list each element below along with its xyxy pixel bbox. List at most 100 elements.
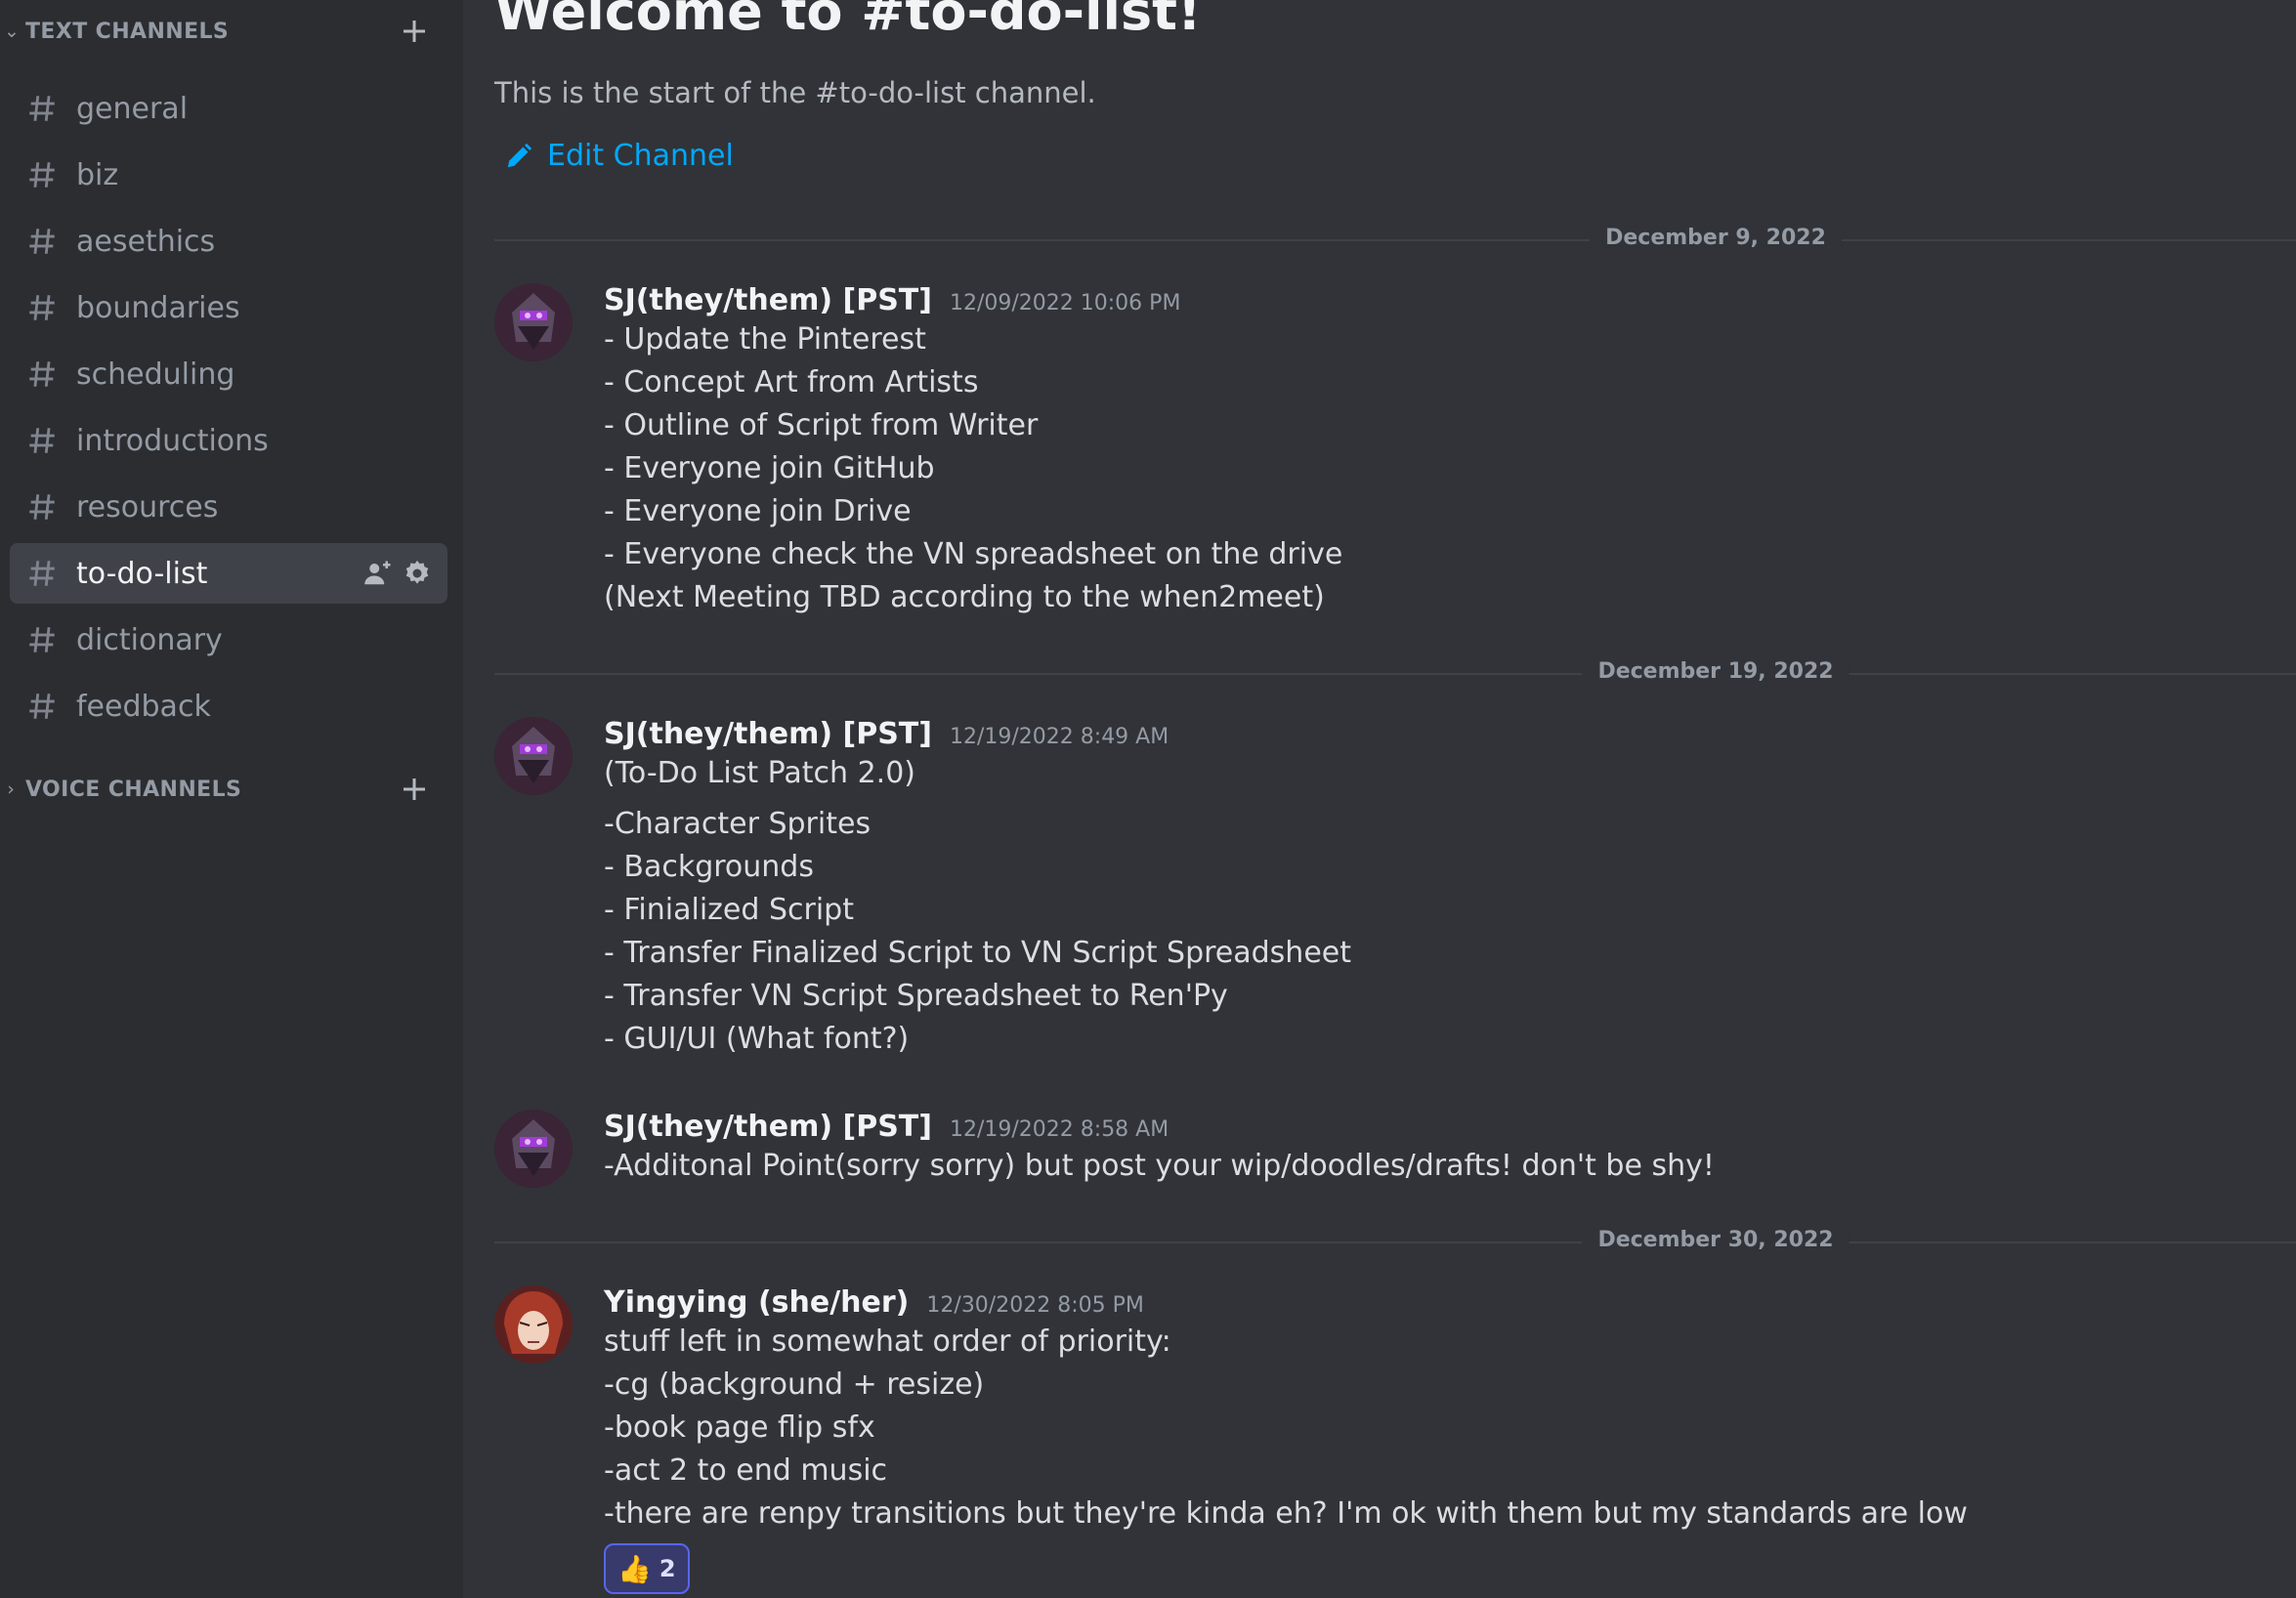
channel-item-general[interactable]: general: [10, 78, 447, 139]
message: SJ(they/them) [PST] 12/19/2022 8:49 AM (…: [494, 717, 2273, 1069]
timestamp: 12/19/2022 8:49 AM: [949, 725, 1169, 749]
channel-name: introductions: [76, 423, 269, 458]
date-divider: December 19, 2022: [494, 659, 2296, 684]
avatar[interactable]: [494, 1285, 573, 1364]
message: Yingying (she/her) 12/30/2022 8:05 PM st…: [494, 1285, 2273, 1598]
channel-item-resources[interactable]: resources: [10, 477, 447, 537]
message-header: Yingying (she/her) 12/30/2022 8:05 PM: [604, 1285, 1144, 1320]
chat-area: Welcome to #to-do-list! This is the star…: [463, 0, 2296, 1598]
text-channel-list: general biz aesethics boundaries schedul…: [10, 78, 447, 742]
channel-name: resources: [76, 489, 219, 525]
date-divider: December 30, 2022: [494, 1228, 2296, 1252]
hash-icon: [29, 96, 55, 121]
message-header: SJ(they/them) [PST] 12/09/2022 10:06 PM: [604, 283, 1180, 317]
hash-icon: [29, 694, 55, 719]
message-line: -there are renpy transitions but they're…: [604, 1496, 1968, 1531]
invite-member-icon[interactable]: [363, 559, 393, 588]
channel-name: aesethics: [76, 224, 216, 259]
date-divider-label: December 9, 2022: [1590, 226, 1842, 250]
timestamp: 12/30/2022 8:05 PM: [926, 1293, 1144, 1318]
robot-avatar-icon: [494, 717, 573, 795]
message-line: -cg (background + resize): [604, 1367, 985, 1402]
message-header-line: (To-Do List Patch 2.0): [604, 752, 915, 795]
message: SJ(they/them) [PST] 12/19/2022 8:58 AM -…: [494, 1110, 2273, 1198]
channel-sidebar: ⌄ TEXT CHANNELS general biz aesethics bo…: [0, 0, 463, 1598]
gear-icon[interactable]: [403, 559, 432, 588]
chevron-down-icon: ⌄: [4, 21, 20, 42]
channel-item-boundaries[interactable]: boundaries: [10, 277, 447, 338]
channel-actions: [363, 559, 432, 588]
channel-name: feedback: [76, 689, 211, 724]
thumbs-up-icon: 👍: [617, 1552, 652, 1585]
channel-item-scheduling[interactable]: scheduling: [10, 344, 447, 404]
category-label: TEXT CHANNELS: [25, 19, 230, 44]
channel-item-to-do-list[interactable]: to-do-list: [10, 543, 447, 604]
message-line: - Concept Art from Artists: [604, 365, 979, 400]
message-line: stuff left in somewhat order of priority…: [604, 1325, 1171, 1359]
channel-name: scheduling: [76, 357, 235, 392]
message-line: (Next Meeting TBD according to the when2…: [604, 580, 1325, 614]
edit-channel-link[interactable]: Edit Channel: [504, 139, 734, 173]
welcome-subtitle: This is the start of the #to-do-list cha…: [494, 76, 1096, 109]
author-name[interactable]: SJ(they/them) [PST]: [604, 283, 932, 317]
timestamp: 12/19/2022 8:58 AM: [949, 1117, 1169, 1142]
text-channels-category[interactable]: ⌄ TEXT CHANNELS: [0, 12, 463, 51]
avatar[interactable]: [494, 717, 573, 795]
message-line: (To-Do List Patch 2.0): [604, 756, 915, 790]
channel-name: biz: [76, 157, 119, 192]
message-content: - Update the Pinterest - Concept Art fro…: [604, 318, 1342, 619]
channel-item-aesethics[interactable]: aesethics: [10, 211, 447, 272]
message-line: -Character Sprites: [604, 807, 872, 841]
author-name[interactable]: Yingying (she/her): [604, 1285, 909, 1320]
message-line: -act 2 to end music: [604, 1453, 888, 1488]
hash-icon: [29, 428, 55, 453]
message-line: - Transfer Finalized Script to VN Script…: [604, 936, 1351, 970]
message-line: - Outline of Script from Writer: [604, 408, 1039, 442]
channel-item-dictionary[interactable]: dictionary: [10, 610, 447, 670]
edit-channel-label: Edit Channel: [547, 139, 734, 173]
category-label: VOICE CHANNELS: [25, 777, 242, 802]
author-name[interactable]: SJ(they/them) [PST]: [604, 1110, 932, 1144]
message-line: -book page flip sfx: [604, 1410, 875, 1445]
anime-avatar-icon: [494, 1285, 573, 1364]
date-divider-label: December 19, 2022: [1582, 659, 1850, 684]
message-line: - Everyone check the VN spreadsheet on t…: [604, 537, 1343, 571]
hash-icon: [29, 361, 55, 387]
avatar[interactable]: [494, 283, 573, 361]
reaction-count: 2: [659, 1555, 676, 1582]
robot-avatar-icon: [494, 283, 573, 361]
author-name[interactable]: SJ(they/them) [PST]: [604, 717, 932, 751]
message-header: SJ(they/them) [PST] 12/19/2022 8:49 AM: [604, 717, 1169, 751]
hash-icon: [29, 561, 55, 586]
hash-icon: [29, 494, 55, 520]
channel-item-feedback[interactable]: feedback: [10, 676, 447, 736]
avatar[interactable]: [494, 1110, 573, 1188]
message-header: SJ(they/them) [PST] 12/19/2022 8:58 AM: [604, 1110, 1169, 1144]
message-line: - Everyone join GitHub: [604, 451, 935, 485]
channel-item-introductions[interactable]: introductions: [10, 410, 447, 471]
message-line: - Transfer VN Script Spreadsheet to Ren'…: [604, 979, 1228, 1013]
add-text-channel-icon[interactable]: [399, 16, 430, 47]
message-line: - Finialized Script: [604, 893, 854, 927]
add-voice-channel-icon[interactable]: [399, 774, 430, 805]
hash-icon: [29, 162, 55, 188]
message: SJ(they/them) [PST] 12/09/2022 10:06 PM …: [494, 283, 2273, 625]
channel-name: to-do-list: [76, 556, 208, 591]
voice-channels-category[interactable]: › VOICE CHANNELS: [0, 770, 463, 809]
chevron-right-icon: ›: [7, 778, 15, 800]
message-content: -Character Sprites - Backgrounds - Finia…: [604, 803, 1351, 1061]
channel-name: general: [76, 91, 189, 126]
message-content: -Additonal Point(sorry sorry) but post y…: [604, 1145, 1715, 1188]
hash-icon: [29, 229, 55, 254]
timestamp: 12/09/2022 10:06 PM: [949, 291, 1181, 315]
channel-name: boundaries: [76, 290, 240, 325]
channel-name: dictionary: [76, 622, 223, 657]
channel-item-biz[interactable]: biz: [10, 145, 447, 205]
welcome-title: Welcome to #to-do-list!: [494, 0, 1202, 42]
message-line: - GUI/UI (What font?): [604, 1022, 910, 1056]
date-divider-label: December 30, 2022: [1582, 1228, 1850, 1252]
message-line: -Additonal Point(sorry sorry) but post y…: [604, 1149, 1715, 1183]
message-line: - Update the Pinterest: [604, 322, 926, 357]
reaction-thumbs-up[interactable]: 👍 2: [604, 1543, 690, 1594]
message-line: - Everyone join Drive: [604, 494, 912, 528]
